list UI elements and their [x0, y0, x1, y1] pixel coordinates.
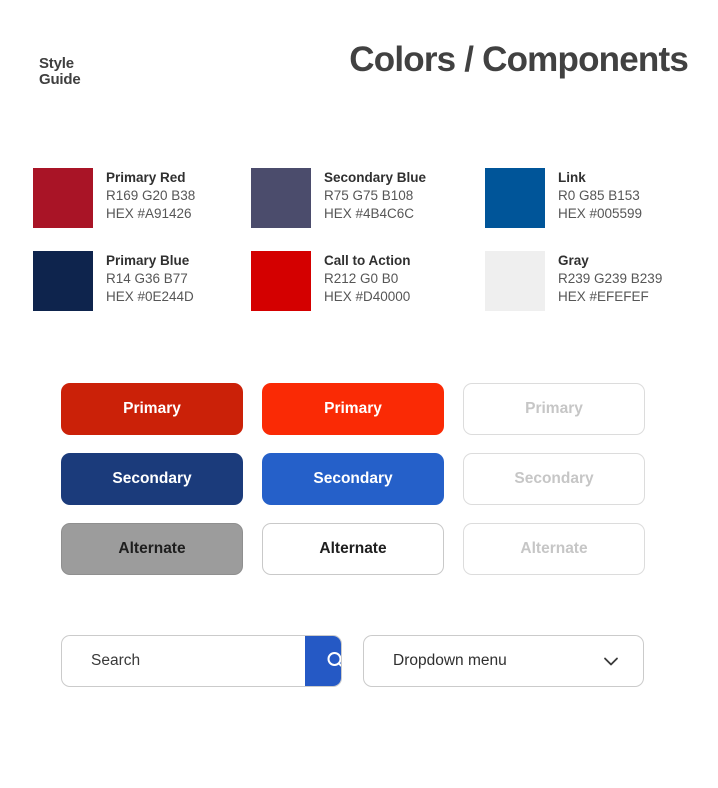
color-swatch-name: Call to Action [324, 253, 411, 268]
color-swatch: Primary Red R169 G20 B38 HEX #A91426 [33, 168, 251, 228]
color-swatch-chip [251, 168, 311, 228]
color-swatch-hex: HEX #D40000 [324, 289, 411, 304]
search-icon [327, 652, 341, 667]
color-swatch-chip [33, 168, 93, 228]
color-swatch-grid: Primary Red R169 G20 B38 HEX #A91426 Second… [33, 168, 693, 311]
primary-button-disabled: Primary [463, 383, 645, 435]
color-swatch: Call to Action R212 G0 B0 HEX #D40000 [251, 251, 485, 311]
color-swatch-info: Primary Blue R14 G36 B77 HEX #0E244D [106, 251, 194, 306]
primary-button-hover[interactable]: Primary [262, 383, 444, 435]
color-swatch-info: Call to Action R212 G0 B0 HEX #D40000 [324, 251, 411, 306]
color-swatch: Primary Blue R14 G36 B77 HEX #0E244D [33, 251, 251, 311]
page-title: Colors / Components [349, 40, 689, 79]
style-guide-line-2: Guide [39, 71, 81, 88]
dropdown-menu[interactable]: Dropdown menu [363, 635, 644, 687]
color-swatch-name: Primary Blue [106, 253, 190, 268]
search-field[interactable] [61, 635, 342, 687]
color-swatch-hex: HEX #0E244D [106, 289, 194, 304]
color-swatch-rgb: R239 G239 B239 [558, 271, 663, 286]
button-grid: Primary Primary Primary Secondary Secondary S… [61, 383, 645, 575]
color-swatch-info: Primary Red R169 G20 B38 HEX #A91426 [106, 168, 195, 223]
color-swatch-hex: HEX #005599 [558, 206, 643, 221]
dropdown-label: Dropdown menu [393, 652, 507, 669]
secondary-button-hover[interactable]: Secondary [262, 453, 444, 505]
alternate-button-outline[interactable]: Alternate [262, 523, 444, 575]
color-swatch-rgb: R75 G75 B108 [324, 188, 414, 203]
color-swatch-name: Secondary Blue [324, 170, 427, 185]
style-guide-label: Style Guide [39, 56, 81, 88]
color-swatch-rgb: R212 G0 B0 [324, 271, 399, 286]
primary-button-default[interactable]: Primary [61, 383, 243, 435]
color-swatch-name: Link [558, 170, 586, 185]
color-swatch-rgb: R0 G85 B153 [558, 188, 640, 203]
color-swatch: Gray R239 G239 B239 HEX #EFEFEF [485, 251, 695, 311]
color-swatch-hex: HEX #A91426 [106, 206, 192, 221]
chevron-down-icon [604, 657, 618, 666]
style-guide-line-1: Style [39, 55, 74, 72]
color-swatch-rgb: R169 G20 B38 [106, 188, 196, 203]
search-button[interactable] [305, 636, 341, 686]
color-swatch-chip [485, 168, 545, 228]
color-swatch-name: Gray [558, 253, 589, 268]
color-swatch-rgb: R14 G36 B77 [106, 271, 188, 286]
color-swatch-info: Gray R239 G239 B239 HEX #EFEFEF [558, 251, 662, 306]
secondary-button-default[interactable]: Secondary [61, 453, 243, 505]
color-swatch: Link R0 G85 B153 HEX #005599 [485, 168, 695, 228]
alternate-button-disabled: Alternate [463, 523, 645, 575]
alternate-button-default[interactable]: Alternate [61, 523, 243, 575]
color-swatch-chip [33, 251, 93, 311]
color-swatch-chip [251, 251, 311, 311]
color-swatch-name: Primary Red [106, 170, 186, 185]
secondary-button-disabled: Secondary [463, 453, 645, 505]
color-swatch-info: Secondary Blue R75 G75 B108 HEX #4B4C6C [324, 168, 426, 223]
color-swatch-hex: HEX #4B4C6C [324, 206, 415, 221]
color-swatch: Secondary Blue R75 G75 B108 HEX #4B4C6C [251, 168, 485, 228]
color-swatch-hex: HEX #EFEFEF [558, 289, 649, 304]
page-header: Style Guide Colors / Components [0, 0, 718, 120]
color-swatch-chip [485, 251, 545, 311]
search-input[interactable] [62, 636, 305, 686]
color-swatch-info: Link R0 G85 B153 HEX #005599 [558, 168, 642, 223]
